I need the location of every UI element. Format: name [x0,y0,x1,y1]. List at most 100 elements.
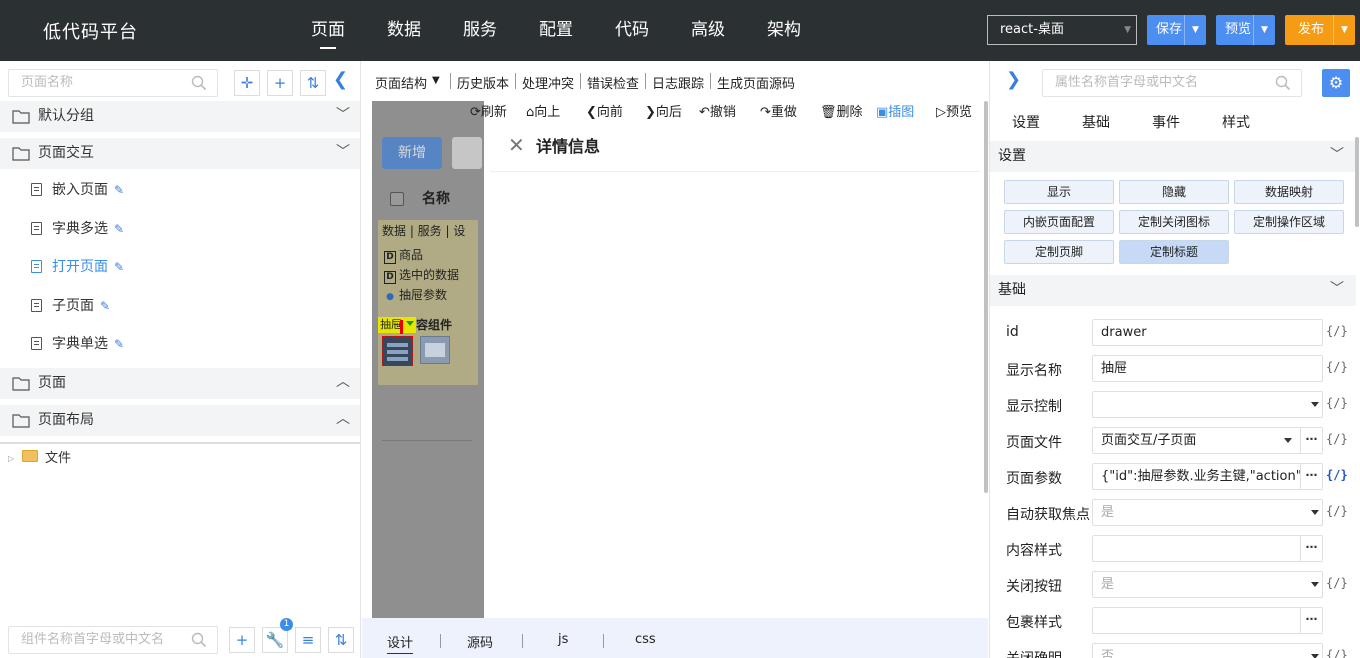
add-component-icon[interactable]: + [229,627,255,653]
custom-title-button[interactable]: 定制标题 [1119,240,1229,264]
prop-content-style-input[interactable]: ⋯ [1092,535,1323,562]
file-tree-root[interactable]: ▷ 文件 [0,449,360,469]
page-item-embed[interactable]: 嵌入页面 ✎ [0,171,360,209]
prop-close-button-select[interactable]: 是 [1092,571,1323,598]
undo-button[interactable]: ↶撤销 [699,101,736,120]
chevron-down-icon[interactable]: ﹀ [336,137,350,168]
add-page-icon[interactable]: + [267,70,293,96]
nav-data[interactable]: 数据 [366,0,442,61]
sub-new-button[interactable]: 新增 [382,137,442,169]
insert-image-button[interactable]: ▣插图 [876,101,914,120]
more-icon[interactable]: ⋯ [1300,536,1322,561]
list-icon[interactable]: ≡ [295,627,321,653]
canvas-scrollbar[interactable] [984,101,988,493]
expression-icon[interactable]: {/} [1326,360,1348,374]
nav-page[interactable]: 页面 [290,0,366,61]
add-folder-icon[interactable]: ✛ [234,70,260,96]
sort-icon[interactable]: ⇅ [328,627,354,653]
tab-design[interactable]: 设计 [387,632,414,654]
prop-display-name-input[interactable]: 抽屉 [1092,355,1323,382]
section-settings[interactable]: 设置 ﹀ [990,141,1356,172]
tab-settings[interactable]: 设置 [1012,112,1040,132]
expression-icon[interactable]: {/} [1326,396,1348,410]
prop-id-input[interactable]: drawer [1092,319,1323,346]
nav-advanced[interactable]: 高级 [670,0,746,61]
move-forward-button[interactable]: ❮向前 [586,101,623,120]
caret-down-icon[interactable]: ▼ [432,75,440,86]
preview-canvas-button[interactable]: ▷预览 [936,101,972,120]
log-trace-button[interactable]: 日志跟踪 [652,73,704,92]
refresh-button[interactable]: ⟳刷新 [470,101,507,120]
group-page-interaction[interactable]: 页面交互 ﹀ [0,138,360,169]
expression-icon[interactable]: {/} [1326,432,1348,446]
delete-button[interactable]: 🗑删除 [820,101,863,120]
property-search-input[interactable]: 属性名称首字母或中文名 [1042,69,1302,97]
tab-source[interactable]: 源码 [467,632,493,651]
custom-close-icon-button[interactable]: 定制关闭图标 [1119,210,1229,234]
edit-icon[interactable]: ✎ [114,248,124,286]
custom-footer-button[interactable]: 定制页脚 [1004,240,1114,264]
group-default[interactable]: 默认分组 ﹀ [0,101,360,132]
drawer-tag[interactable]: 抽屉 [378,317,416,333]
page-item-open-page[interactable]: 打开页面 ✎ [0,248,360,286]
expression-icon[interactable]: {/} [1326,576,1348,590]
collapse-left-icon[interactable]: ❮ [333,69,348,90]
more-icon[interactable]: ⋯ [1300,608,1322,633]
error-check-button[interactable]: 错误检查 [587,73,639,92]
sort-icon[interactable]: ⇅ [300,70,326,96]
tab-events[interactable]: 事件 [1152,112,1180,132]
tab-style[interactable]: 样式 [1222,112,1250,132]
save-button[interactable]: 保存 ▼ [1147,15,1206,45]
preview-dropdown-icon[interactable]: ▼ [1253,15,1275,45]
prop-page-file-select[interactable]: 页面交互/子页面 ⋯ [1092,427,1323,454]
image-component-icon[interactable] [420,336,450,364]
show-button[interactable]: 显示 [1004,180,1114,204]
expression-icon[interactable]: {/} [1326,324,1348,338]
move-back-button[interactable]: ❯向后 [645,101,682,120]
edit-icon[interactable]: ✎ [114,210,124,248]
chevron-down-icon[interactable]: ﹀ [1330,140,1344,171]
collapse-right-icon[interactable]: ❯ [1006,69,1021,90]
section-basic[interactable]: 基础 ﹀ [990,275,1356,306]
prop-close-confirm-select[interactable]: 否 [1092,643,1323,658]
tab-css[interactable]: css [635,632,656,647]
group-page-layout[interactable]: 页面布局 ︿ [0,405,360,436]
close-icon[interactable]: ✕ [508,133,525,157]
prop-autofocus-select[interactable]: 是 [1092,499,1323,526]
sub-secondary-button[interactable] [452,137,482,169]
nav-code[interactable]: 代码 [594,0,670,61]
wrench-icon[interactable]: 🔧 [262,627,288,653]
chevron-down-icon[interactable]: ﹀ [336,100,350,131]
edit-icon[interactable]: ✎ [100,287,110,325]
custom-action-area-button[interactable]: 定制操作区域 [1234,210,1344,234]
expression-icon[interactable]: {/} [1326,648,1348,658]
preview-button[interactable]: 预览 ▼ [1216,15,1275,45]
prop-display-control-select[interactable] [1092,391,1323,418]
tab-js[interactable]: js [558,632,568,647]
chevron-up-icon[interactable]: ︿ [336,404,350,435]
data-row[interactable]: D 选中的数据 [384,266,459,284]
edit-icon[interactable]: ✎ [114,325,124,363]
data-row[interactable]: D 商品 [384,246,423,264]
history-button[interactable]: 历史版本 [457,73,509,92]
edit-icon[interactable]: ✎ [114,171,124,209]
move-up-button[interactable]: ⌂向上 [526,101,560,120]
embed-page-config-button[interactable]: 内嵌页面配置 [1004,210,1114,234]
gear-icon[interactable]: ⚙ [1322,69,1350,97]
prop-wrapper-style-input[interactable]: ⋯ [1092,607,1323,634]
nav-config[interactable]: 配置 [518,0,594,61]
component-search-input[interactable]: 组件名称首字母或中文名 [8,626,218,654]
expression-icon[interactable]: {/} [1326,468,1348,482]
group-page[interactable]: 页面 ︿ [0,368,360,399]
data-mapping-button[interactable]: 数据映射 [1234,180,1344,204]
hide-button[interactable]: 隐藏 [1119,180,1229,204]
tab-basic[interactable]: 基础 [1082,112,1110,132]
page-item-dict-single[interactable]: 字典单选 ✎ [0,325,360,363]
generate-source-button[interactable]: 生成页面源码 [717,73,795,92]
page-item-dict-multi[interactable]: 字典多选 ✎ [0,210,360,248]
more-icon[interactable]: ⋯ [1300,464,1322,489]
nav-service[interactable]: 服务 [442,0,518,61]
page-search-input[interactable]: 页面名称 [8,69,218,97]
design-canvas[interactable]: 新增 名称 数据 | 服务 | 设 D 商品 D 选中的数据 ● 抽屉参数 容组件 抽… [372,101,986,618]
prop-page-params-input[interactable]: {"id":抽屉参数.业务主键,"action":抽 ⋯ [1092,463,1323,490]
